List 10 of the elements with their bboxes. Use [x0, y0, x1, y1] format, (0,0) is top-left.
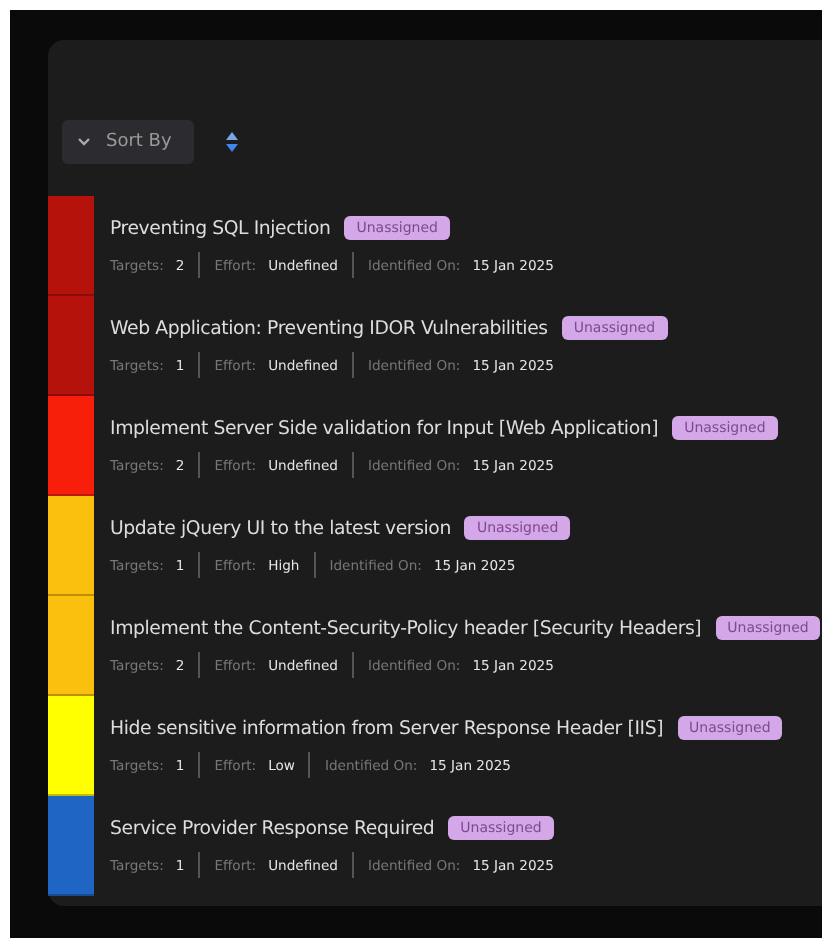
sort-order-icon[interactable]	[226, 132, 238, 152]
finding-title[interactable]: Hide sensitive information from Server Response Header [IIS]	[110, 717, 664, 739]
finding-title[interactable]: Web Application: Preventing IDOR Vulnerabilities	[110, 317, 548, 339]
sort-dropdown[interactable]: Sort By	[62, 120, 194, 164]
finding-title[interactable]: Preventing SQL Injection	[110, 217, 331, 239]
finding-title[interactable]: Implement the Content-Security-Policy header [Security Headers]	[110, 617, 702, 639]
finding-title[interactable]: Implement Server Side validation for Input [Web Application]	[110, 417, 659, 439]
chevron-down-icon	[78, 138, 90, 146]
finding-title[interactable]: Service Provider Response Required	[110, 817, 435, 839]
finding-title[interactable]: Update jQuery UI to the latest version	[110, 517, 451, 539]
